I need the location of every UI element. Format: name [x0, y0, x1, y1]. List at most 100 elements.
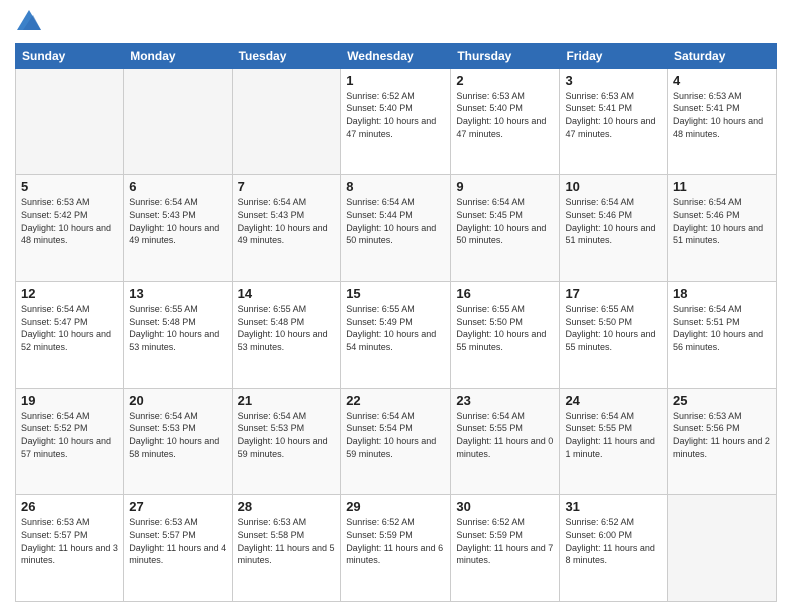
calendar-cell: 7 Sunrise: 6:54 AMSunset: 5:43 PMDaylight…	[232, 175, 341, 282]
day-info: Sunrise: 6:54 AMSunset: 5:52 PMDaylight:…	[21, 410, 118, 460]
day-info: Sunrise: 6:53 AMSunset: 5:42 PMDaylight:…	[21, 196, 118, 246]
calendar-cell: 22 Sunrise: 6:54 AMSunset: 5:54 PMDayligh…	[341, 388, 451, 495]
day-info: Sunrise: 6:53 AMSunset: 5:57 PMDaylight:…	[129, 516, 226, 566]
day-info: Sunrise: 6:54 AMSunset: 5:53 PMDaylight:…	[129, 410, 226, 460]
day-info: Sunrise: 6:55 AMSunset: 5:50 PMDaylight:…	[456, 303, 554, 353]
calendar-cell: 26 Sunrise: 6:53 AMSunset: 5:57 PMDayligh…	[16, 495, 124, 602]
calendar-cell: 27Sunrise: 6:53 AMSunset: 5:57 PMDayligh…	[124, 495, 232, 602]
day-number: 4	[673, 73, 771, 88]
day-number: 2	[456, 73, 554, 88]
calendar-cell: 12 Sunrise: 6:54 AMSunset: 5:47 PMDayligh…	[16, 282, 124, 389]
day-info: Sunrise: 6:54 AMSunset: 5:44 PMDaylight:…	[346, 196, 445, 246]
page: SundayMondayTuesdayWednesdayThursdayFrid…	[0, 0, 792, 612]
calendar-cell: 2 Sunrise: 6:53 AMSunset: 5:40 PMDaylight…	[451, 68, 560, 175]
day-number: 14	[238, 286, 336, 301]
day-info: Sunrise: 6:55 AMSunset: 5:50 PMDaylight:…	[565, 303, 662, 353]
day-info: Sunrise: 6:54 AMSunset: 5:55 PMDaylight:…	[456, 410, 554, 460]
day-number: 28	[238, 499, 336, 514]
calendar-week-1: 1Sunrise: 6:52 AMSunset: 5:40 PMDaylight…	[16, 68, 777, 175]
day-info: Sunrise: 6:55 AMSunset: 5:48 PMDaylight:…	[238, 303, 336, 353]
calendar-cell: 5 Sunrise: 6:53 AMSunset: 5:42 PMDaylight…	[16, 175, 124, 282]
calendar-cell: 21Sunrise: 6:54 AMSunset: 5:53 PMDayligh…	[232, 388, 341, 495]
day-number: 3	[565, 73, 662, 88]
day-number: 10	[565, 179, 662, 194]
calendar-cell	[16, 68, 124, 175]
day-info: Sunrise: 6:52 AMSunset: 5:59 PMDaylight:…	[456, 516, 554, 566]
calendar-cell: 1Sunrise: 6:52 AMSunset: 5:40 PMDaylight…	[341, 68, 451, 175]
calendar-week-2: 5 Sunrise: 6:53 AMSunset: 5:42 PMDaylight…	[16, 175, 777, 282]
calendar-cell: 30 Sunrise: 6:52 AMSunset: 5:59 PMDayligh…	[451, 495, 560, 602]
day-number: 26	[21, 499, 118, 514]
calendar-cell: 31 Sunrise: 6:52 AMSunset: 6:00 PMDayligh…	[560, 495, 668, 602]
day-number: 23	[456, 393, 554, 408]
weekday-thursday: Thursday	[451, 43, 560, 68]
day-info: Sunrise: 6:54 AMSunset: 5:46 PMDaylight:…	[565, 196, 662, 246]
calendar-cell: 9 Sunrise: 6:54 AMSunset: 5:45 PMDaylight…	[451, 175, 560, 282]
day-info: Sunrise: 6:52 AMSunset: 6:00 PMDaylight:…	[565, 516, 662, 566]
day-number: 30	[456, 499, 554, 514]
header	[15, 10, 777, 35]
calendar-cell: 14 Sunrise: 6:55 AMSunset: 5:48 PMDayligh…	[232, 282, 341, 389]
weekday-friday: Friday	[560, 43, 668, 68]
weekday-header-row: SundayMondayTuesdayWednesdayThursdayFrid…	[16, 43, 777, 68]
day-number: 25	[673, 393, 771, 408]
day-info: Sunrise: 6:55 AMSunset: 5:48 PMDaylight:…	[129, 303, 226, 353]
day-info: Sunrise: 6:54 AMSunset: 5:51 PMDaylight:…	[673, 303, 771, 353]
day-number: 12	[21, 286, 118, 301]
calendar-cell: 10 Sunrise: 6:54 AMSunset: 5:46 PMDayligh…	[560, 175, 668, 282]
day-info: Sunrise: 6:54 AMSunset: 5:54 PMDaylight:…	[346, 410, 445, 460]
weekday-monday: Monday	[124, 43, 232, 68]
calendar-cell: 23 Sunrise: 6:54 AMSunset: 5:55 PMDayligh…	[451, 388, 560, 495]
day-info: Sunrise: 6:53 AMSunset: 5:58 PMDaylight:…	[238, 516, 336, 566]
calendar-cell: 4Sunrise: 6:53 AMSunset: 5:41 PMDaylight…	[668, 68, 777, 175]
day-number: 29	[346, 499, 445, 514]
day-number: 8	[346, 179, 445, 194]
calendar-cell: 25 Sunrise: 6:53 AMSunset: 5:56 PMDayligh…	[668, 388, 777, 495]
calendar-cell: 29 Sunrise: 6:52 AMSunset: 5:59 PMDayligh…	[341, 495, 451, 602]
day-info: Sunrise: 6:53 AMSunset: 5:40 PMDaylight:…	[456, 90, 554, 140]
calendar-week-3: 12 Sunrise: 6:54 AMSunset: 5:47 PMDayligh…	[16, 282, 777, 389]
logo	[15, 10, 41, 35]
calendar-cell: 19 Sunrise: 6:54 AMSunset: 5:52 PMDayligh…	[16, 388, 124, 495]
day-number: 24	[565, 393, 662, 408]
calendar-cell: 13Sunrise: 6:55 AMSunset: 5:48 PMDayligh…	[124, 282, 232, 389]
calendar-cell: 11Sunrise: 6:54 AMSunset: 5:46 PMDayligh…	[668, 175, 777, 282]
day-info: Sunrise: 6:52 AMSunset: 5:59 PMDaylight:…	[346, 516, 445, 566]
day-info: Sunrise: 6:54 AMSunset: 5:45 PMDaylight:…	[456, 196, 554, 246]
calendar-cell: 17 Sunrise: 6:55 AMSunset: 5:50 PMDayligh…	[560, 282, 668, 389]
weekday-sunday: Sunday	[16, 43, 124, 68]
calendar-week-5: 26 Sunrise: 6:53 AMSunset: 5:57 PMDayligh…	[16, 495, 777, 602]
day-info: Sunrise: 6:55 AMSunset: 5:49 PMDaylight:…	[346, 303, 445, 353]
day-number: 15	[346, 286, 445, 301]
weekday-wednesday: Wednesday	[341, 43, 451, 68]
day-number: 31	[565, 499, 662, 514]
day-info: Sunrise: 6:53 AMSunset: 5:57 PMDaylight:…	[21, 516, 118, 566]
logo-icon	[17, 10, 41, 30]
day-info: Sunrise: 6:53 AMSunset: 5:41 PMDaylight:…	[565, 90, 662, 140]
day-number: 19	[21, 393, 118, 408]
calendar-table: SundayMondayTuesdayWednesdayThursdayFrid…	[15, 43, 777, 602]
weekday-saturday: Saturday	[668, 43, 777, 68]
calendar-cell: 18Sunrise: 6:54 AMSunset: 5:51 PMDayligh…	[668, 282, 777, 389]
day-info: Sunrise: 6:54 AMSunset: 5:55 PMDaylight:…	[565, 410, 662, 460]
calendar-cell: 28 Sunrise: 6:53 AMSunset: 5:58 PMDayligh…	[232, 495, 341, 602]
day-number: 11	[673, 179, 771, 194]
day-number: 5	[21, 179, 118, 194]
day-info: Sunrise: 6:53 AMSunset: 5:56 PMDaylight:…	[673, 410, 771, 460]
calendar-cell	[124, 68, 232, 175]
day-number: 9	[456, 179, 554, 194]
day-info: Sunrise: 6:54 AMSunset: 5:43 PMDaylight:…	[238, 196, 336, 246]
calendar-cell: 20Sunrise: 6:54 AMSunset: 5:53 PMDayligh…	[124, 388, 232, 495]
calendar-cell	[668, 495, 777, 602]
day-number: 7	[238, 179, 336, 194]
calendar-cell: 24 Sunrise: 6:54 AMSunset: 5:55 PMDayligh…	[560, 388, 668, 495]
day-number: 1	[346, 73, 445, 88]
day-info: Sunrise: 6:54 AMSunset: 5:47 PMDaylight:…	[21, 303, 118, 353]
calendar-cell	[232, 68, 341, 175]
calendar-week-4: 19 Sunrise: 6:54 AMSunset: 5:52 PMDayligh…	[16, 388, 777, 495]
calendar-cell: 15 Sunrise: 6:55 AMSunset: 5:49 PMDayligh…	[341, 282, 451, 389]
calendar-cell: 16Sunrise: 6:55 AMSunset: 5:50 PMDayligh…	[451, 282, 560, 389]
day-number: 21	[238, 393, 336, 408]
day-number: 22	[346, 393, 445, 408]
day-number: 17	[565, 286, 662, 301]
